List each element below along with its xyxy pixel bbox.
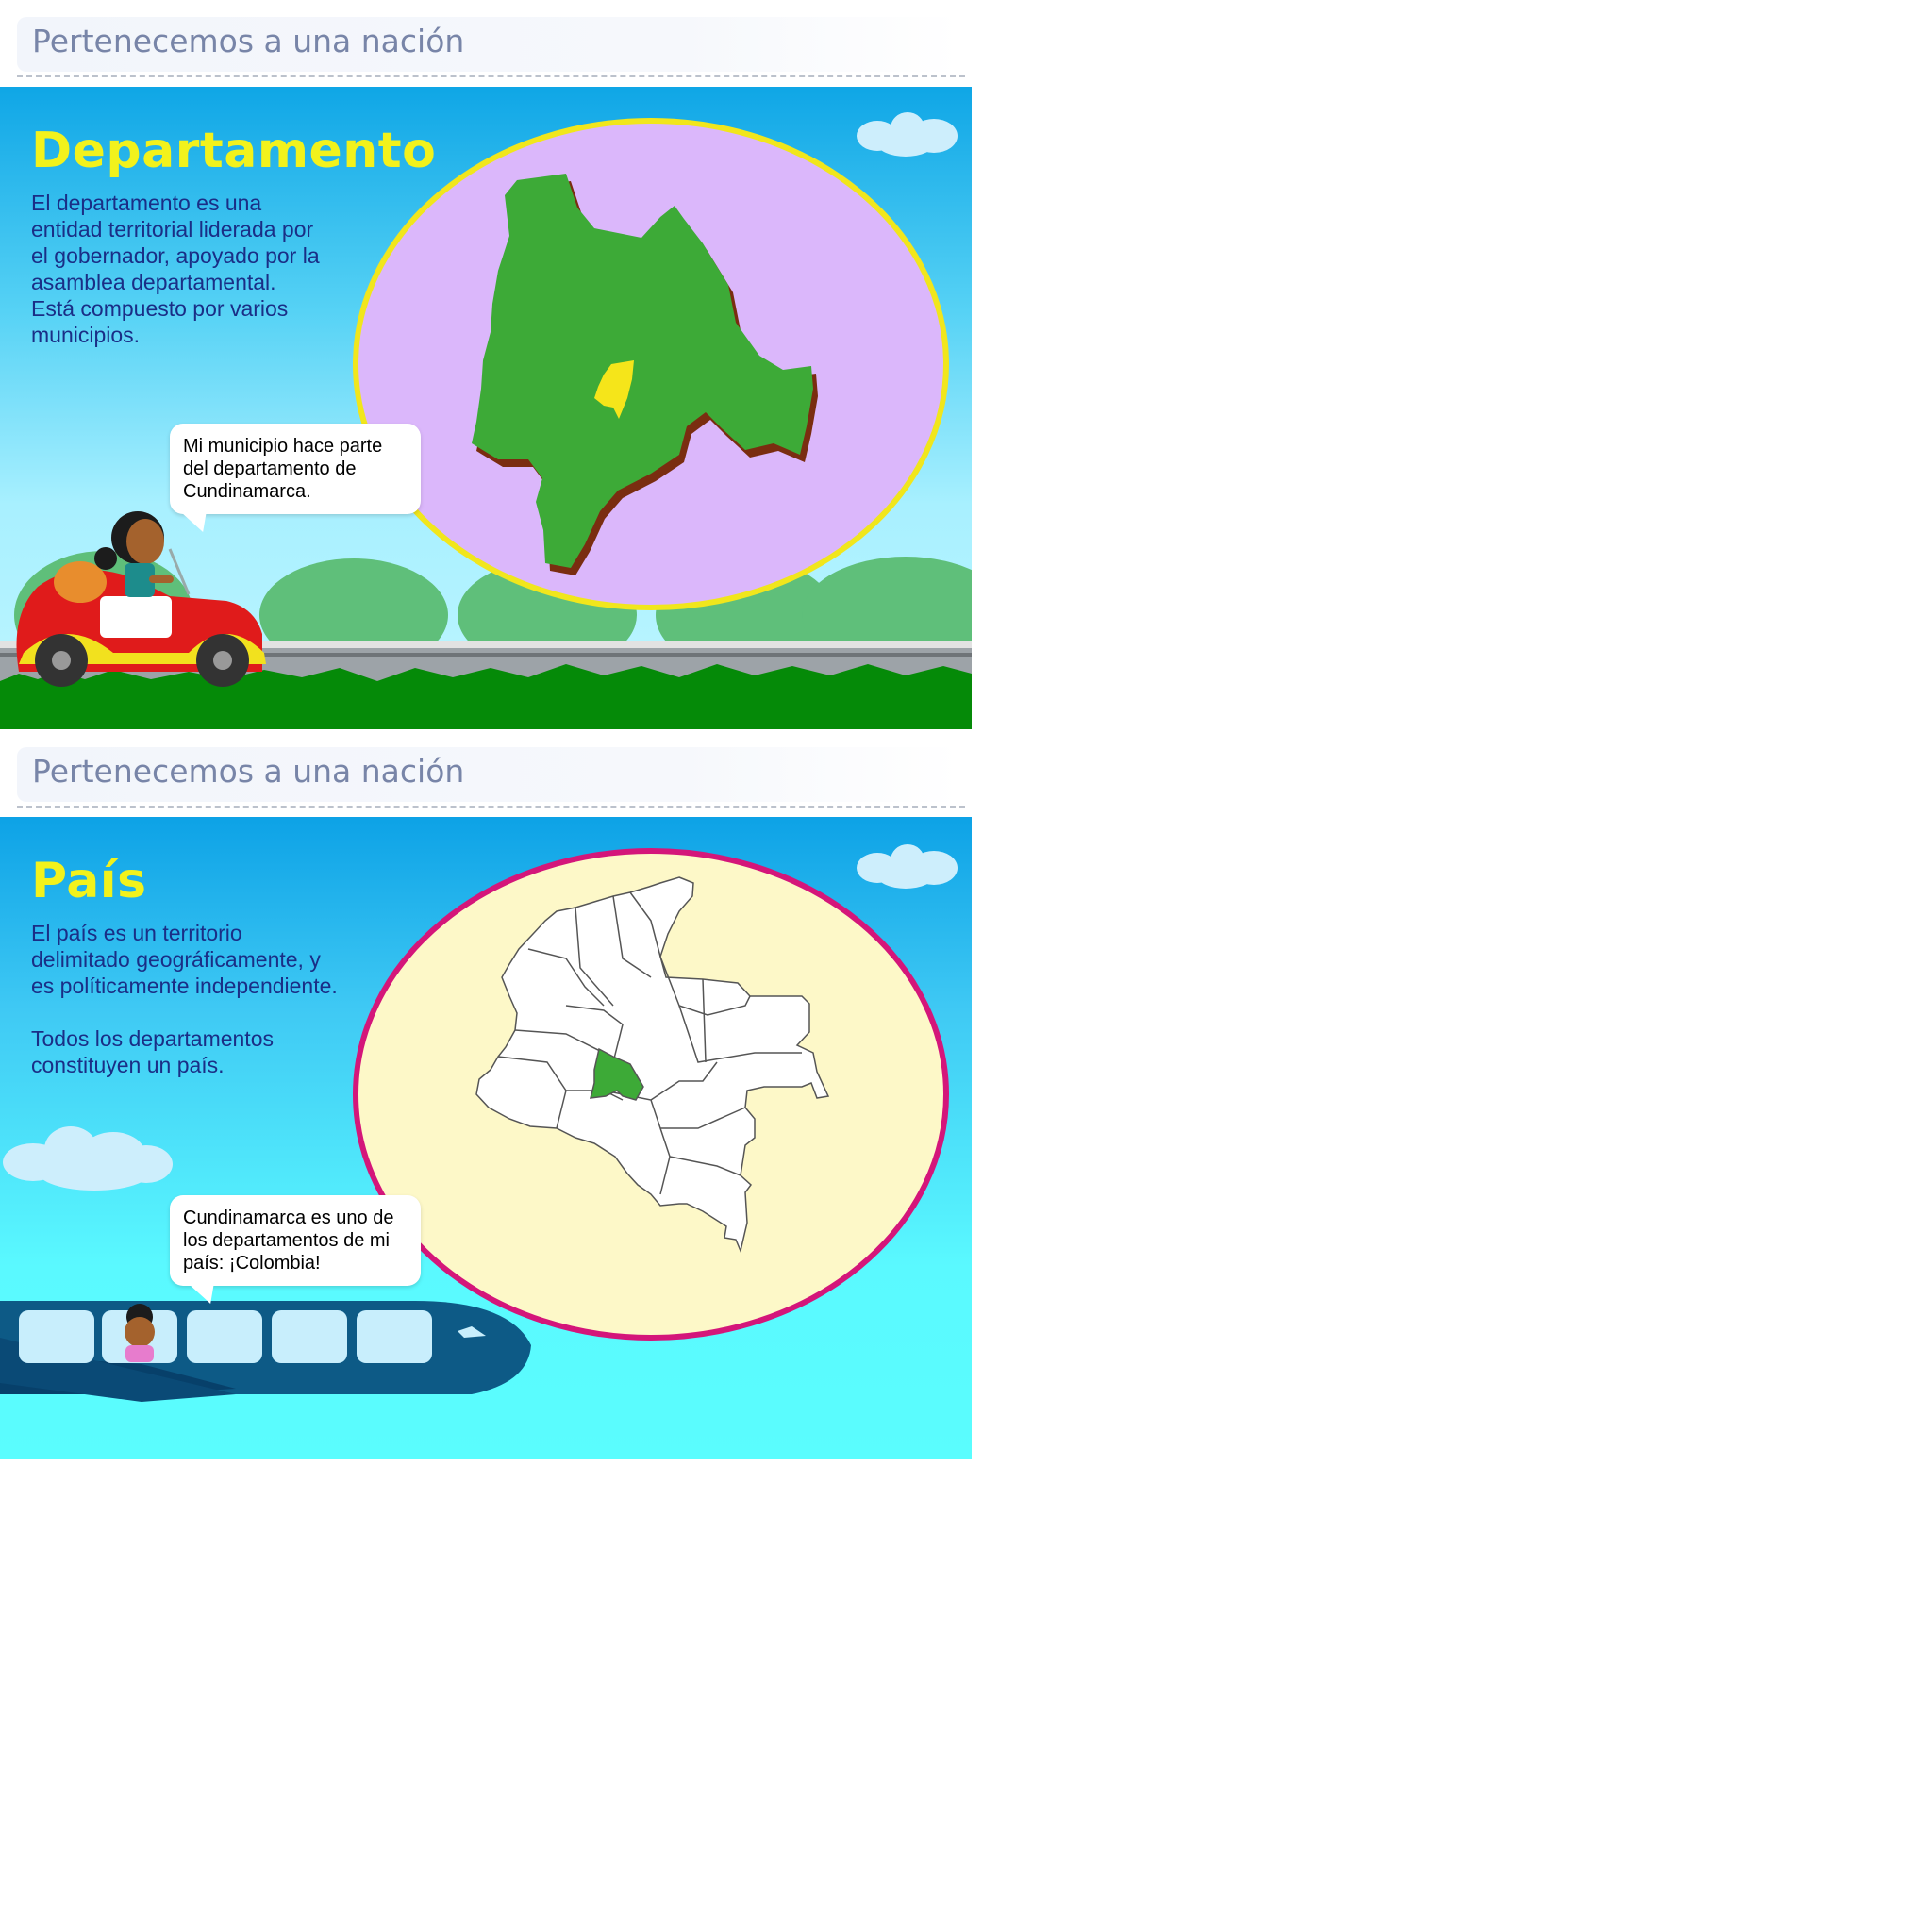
cloud-icon bbox=[3, 1126, 173, 1191]
slide-pais: País El país es un territorio delimitado… bbox=[0, 817, 972, 1459]
slide1-header-title: Pertenecemos a una nación bbox=[32, 23, 465, 59]
slide2-header-title: Pertenecemos a una nación bbox=[32, 753, 465, 790]
slide2-speech-bubble: Cundinamarca es uno de los departamentos… bbox=[170, 1195, 421, 1286]
slide1-header: Pertenecemos a una nación bbox=[17, 17, 960, 72]
airplane-icon bbox=[0, 1301, 531, 1402]
slide1-speech-bubble: Mi municipio hace parte del departamento… bbox=[170, 424, 421, 514]
slide1-header-divider bbox=[17, 75, 965, 77]
slide2-body: El país es un territorio delimitado geog… bbox=[31, 921, 338, 1077]
slide-departamento: Departamento El departamento es una enti… bbox=[0, 87, 972, 729]
girl-icon bbox=[125, 1304, 155, 1362]
slide2-header: Pertenecemos a una nación bbox=[17, 747, 960, 802]
slide1-scene bbox=[0, 112, 972, 729]
slide2-header-divider bbox=[17, 806, 965, 808]
cloud-icon bbox=[857, 844, 958, 889]
cloud-icon bbox=[857, 112, 958, 157]
slide1-body: El departamento es una entidad territori… bbox=[31, 191, 320, 347]
slide1-title: Departamento bbox=[31, 123, 437, 179]
slide2-scene bbox=[0, 844, 958, 1402]
slide2-title: País bbox=[31, 853, 147, 909]
